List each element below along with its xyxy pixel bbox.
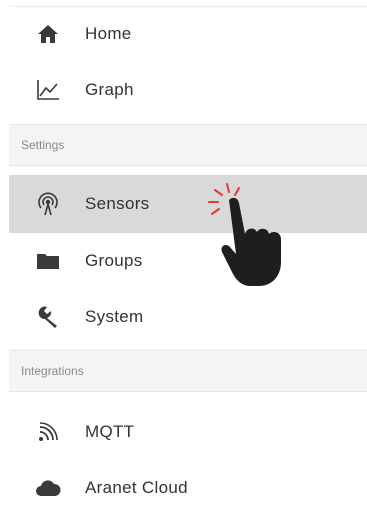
section-header-settings: Settings xyxy=(9,124,367,166)
graph-icon xyxy=(35,77,61,103)
section-header-integrations: Integrations xyxy=(9,350,367,392)
cloud-icon xyxy=(35,475,61,501)
nav-label-sensors: Sensors xyxy=(85,194,150,213)
section-label-settings: Settings xyxy=(21,138,65,152)
nav-item-groups[interactable]: Groups xyxy=(9,233,367,289)
wrench-icon xyxy=(35,304,61,330)
nav-label-aranet-cloud: Aranet Cloud xyxy=(85,478,188,497)
nav-label-home: Home xyxy=(85,24,132,43)
nav-item-aranet-cloud[interactable]: Aranet Cloud xyxy=(9,460,367,516)
sensors-icon xyxy=(35,191,61,217)
nav-label-system: System xyxy=(85,307,144,326)
section-label-integrations: Integrations xyxy=(21,364,84,378)
nav-item-sensors[interactable]: Sensors xyxy=(9,175,367,233)
pointer-hand-icon xyxy=(208,183,281,286)
nav-item-home[interactable]: Home xyxy=(9,6,367,62)
nav-label-groups: Groups xyxy=(85,251,143,270)
nav-item-graph[interactable]: Graph xyxy=(9,62,367,118)
nav-item-mqtt[interactable]: MQTT xyxy=(9,404,367,460)
home-icon xyxy=(35,21,61,47)
sidebar-nav: Home Graph Settings Sensors Groups Syste… xyxy=(0,0,367,505)
rss-icon xyxy=(35,419,61,445)
nav-label-graph: Graph xyxy=(85,80,134,99)
folder-icon xyxy=(35,248,61,274)
nav-item-system[interactable]: System xyxy=(9,289,367,345)
nav-label-mqtt: MQTT xyxy=(85,422,135,441)
